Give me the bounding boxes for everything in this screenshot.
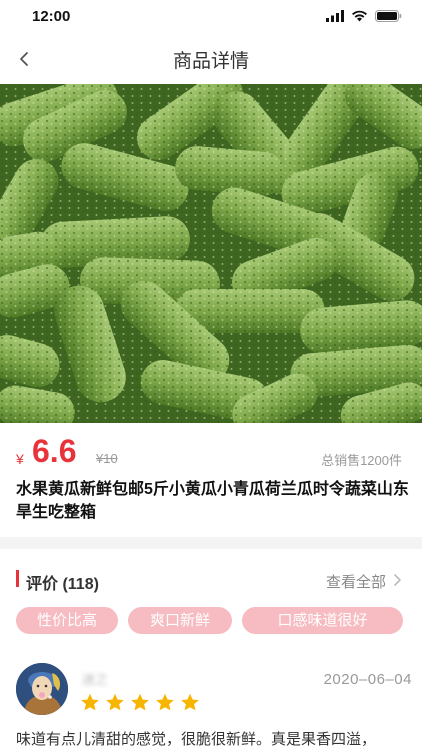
avatar[interactable] bbox=[16, 663, 68, 715]
total-sales: 总销售1200件 bbox=[321, 453, 402, 468]
reviews-title: 评价 (118) bbox=[26, 576, 99, 593]
chevron-right-icon[interactable] bbox=[393, 573, 402, 587]
star-icon bbox=[106, 693, 124, 711]
star-icon bbox=[81, 693, 99, 711]
currency-symbol: ¥ bbox=[16, 451, 24, 467]
review-tag[interactable]: 口感味道很好 bbox=[242, 607, 403, 634]
reviewer-name: 迷之 bbox=[82, 672, 109, 687]
star-icon bbox=[131, 693, 149, 711]
cucumbers-image bbox=[0, 84, 422, 423]
avatar-portrait-icon bbox=[16, 663, 68, 715]
review-date: 2020–06–04 bbox=[323, 671, 412, 688]
price-row: ¥ 6.6 ¥10 总销售1200件 bbox=[0, 423, 422, 473]
status-bar: 12:00 bbox=[0, 0, 422, 34]
battery-icon bbox=[375, 10, 402, 22]
review-tag[interactable]: 爽口新鲜 bbox=[128, 607, 232, 634]
original-price: ¥10 bbox=[96, 451, 118, 466]
wifi-icon bbox=[352, 10, 367, 22]
signal-icon bbox=[326, 10, 344, 22]
product-image[interactable] bbox=[0, 84, 422, 423]
review-tag[interactable]: 性价比高 bbox=[16, 607, 118, 634]
section-accent-bar bbox=[16, 570, 19, 587]
product-title: 水果黄瓜新鲜包邮5斤小黄瓜小青瓜荷兰瓜时令蔬菜山东旱生吃整箱 bbox=[16, 481, 409, 521]
status-icons bbox=[326, 10, 402, 22]
current-price: 6.6 bbox=[32, 433, 77, 469]
reviews-header: 评价 (118) 查看全部 bbox=[0, 560, 422, 600]
rating-stars bbox=[80, 693, 200, 712]
view-all-reviews-link[interactable]: 查看全部 bbox=[326, 571, 386, 592]
nav-bar: 商品详情 bbox=[0, 34, 422, 84]
page-title: 商品详情 bbox=[172, 51, 249, 72]
star-icon bbox=[156, 693, 174, 711]
status-time: 12:00 bbox=[32, 8, 71, 25]
star-icon bbox=[181, 693, 199, 711]
review-item: 迷之 2020–06–04 味道有点儿清甜的感觉，很脆很新鲜。真是果香四溢， bbox=[0, 655, 422, 750]
section-divider bbox=[0, 537, 422, 549]
review-tags: 性价比高 爽口新鲜 口感味道很好 bbox=[16, 607, 403, 634]
review-text: 味道有点儿清甜的感觉，很脆很新鲜。真是果香四溢， bbox=[16, 731, 377, 748]
